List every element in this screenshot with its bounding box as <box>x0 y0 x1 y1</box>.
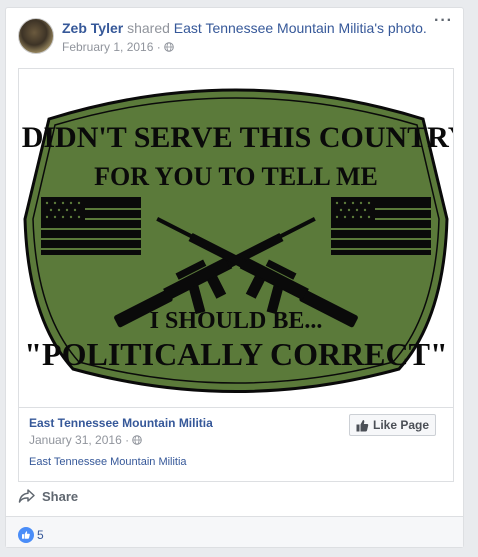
author-avatar[interactable] <box>18 18 54 54</box>
globe-icon[interactable] <box>164 42 174 52</box>
flag-left <box>41 197 141 255</box>
flag-right <box>331 197 431 255</box>
source-page-name-link[interactable]: East Tennessee Mountain Militia <box>29 416 213 430</box>
photo-link[interactable]: 's photo. <box>374 20 427 36</box>
thumbs-up-icon <box>356 419 369 431</box>
source-date: January 31, 2016 · <box>29 433 143 447</box>
badge-line-2: FOR YOU TO TELL ME <box>94 162 378 191</box>
like-page-button[interactable]: Like Page <box>349 414 436 436</box>
shared-page-link[interactable]: East Tennessee Mountain Militia <box>174 20 375 36</box>
post-meta: February 1, 2016 · <box>62 40 174 54</box>
reactions-bar: 5 <box>6 517 463 547</box>
meta-separator: · <box>156 40 161 54</box>
share-button[interactable]: Share <box>18 488 78 504</box>
badge-graphic: I DIDN'T SERVE THIS COUNTRY FOR YOU TO T… <box>19 88 453 393</box>
share-label: Share <box>42 488 79 504</box>
shared-photo[interactable]: I DIDN'T SERVE THIS COUNTRY FOR YOU TO T… <box>19 69 453 408</box>
like-page-label: Like Page <box>372 418 430 432</box>
source-separator: · <box>125 433 130 447</box>
badge-line-4: "POLITICALLY CORRECT" <box>24 336 447 372</box>
post-header: Zeb Tyler shared East Tennessee Mountain… <box>62 20 427 36</box>
shared-attachment: I DIDN'T SERVE THIS COUNTRY FOR YOU TO T… <box>18 68 454 482</box>
post-date-link[interactable]: February 1, 2016 <box>62 40 153 54</box>
author-name-link[interactable]: Zeb Tyler <box>62 20 123 36</box>
badge-line-1: I DIDN'T SERVE THIS COUNTRY <box>19 121 453 154</box>
like-icon[interactable] <box>18 527 34 543</box>
shared-text: shared <box>123 20 174 36</box>
source-description-link[interactable]: East Tennessee Mountain Militia <box>29 456 187 468</box>
post-card: Zeb Tyler shared East Tennessee Mountain… <box>5 7 464 548</box>
reaction-count[interactable]: 5 <box>37 528 44 542</box>
more-options-button[interactable]: ··· <box>434 12 453 30</box>
share-icon <box>18 489 35 503</box>
globe-icon <box>132 435 143 445</box>
badge-line-3: I SHOULD BE... <box>150 308 323 334</box>
source-date-link[interactable]: January 31, 2016 <box>29 433 122 447</box>
